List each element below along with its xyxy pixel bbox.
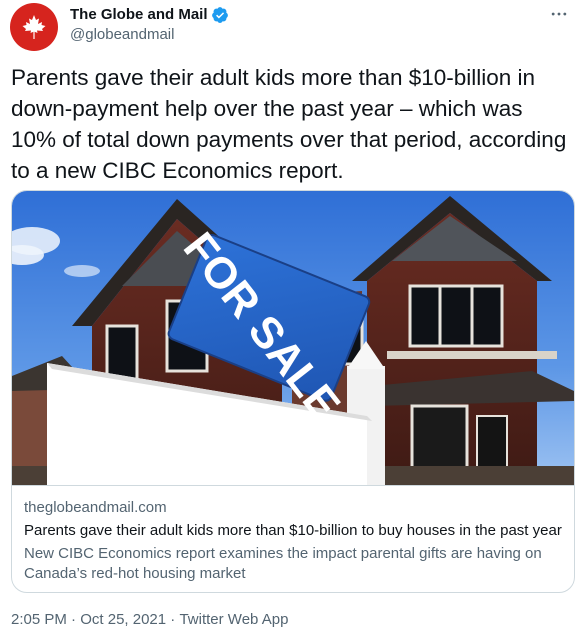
meta-separator: · xyxy=(66,611,81,628)
avatar[interactable] xyxy=(10,3,58,51)
meta-separator: · xyxy=(166,611,180,628)
more-options-button[interactable] xyxy=(547,2,571,26)
card-divider xyxy=(12,485,574,486)
card-body: theglobeandmail.com Parents gave their a… xyxy=(24,498,569,584)
maple-leaf-icon xyxy=(22,15,46,39)
tweet: The Globe and Mail @globeandmail Parents… xyxy=(0,0,583,639)
tweet-source[interactable]: Twitter Web App xyxy=(179,610,288,630)
author-handle[interactable]: @globeandmail xyxy=(70,25,174,45)
card-image: FOR SALE xyxy=(12,191,574,485)
tweet-text: Parents gave their adult kids more than … xyxy=(11,65,567,183)
card-description: New CIBC Economics report examines the i… xyxy=(24,545,542,582)
card-title: Parents gave their adult kids more than … xyxy=(24,522,562,539)
verified-badge-icon xyxy=(211,6,229,24)
tweet-meta: 2:05 PM · Oct 25, 2021 · Twitter Web App xyxy=(11,610,288,630)
more-dots-icon xyxy=(551,12,567,16)
tweet-date[interactable]: Oct 25, 2021 xyxy=(80,610,166,630)
link-card[interactable]: FOR SALE theglobeandmail.com Parents gav… xyxy=(11,190,575,593)
card-domain: theglobeandmail.com xyxy=(24,499,167,516)
tweet-time[interactable]: 2:05 PM xyxy=(11,610,67,630)
author-name-row: The Globe and Mail xyxy=(70,5,229,25)
author-display-name[interactable]: The Globe and Mail xyxy=(70,5,208,25)
